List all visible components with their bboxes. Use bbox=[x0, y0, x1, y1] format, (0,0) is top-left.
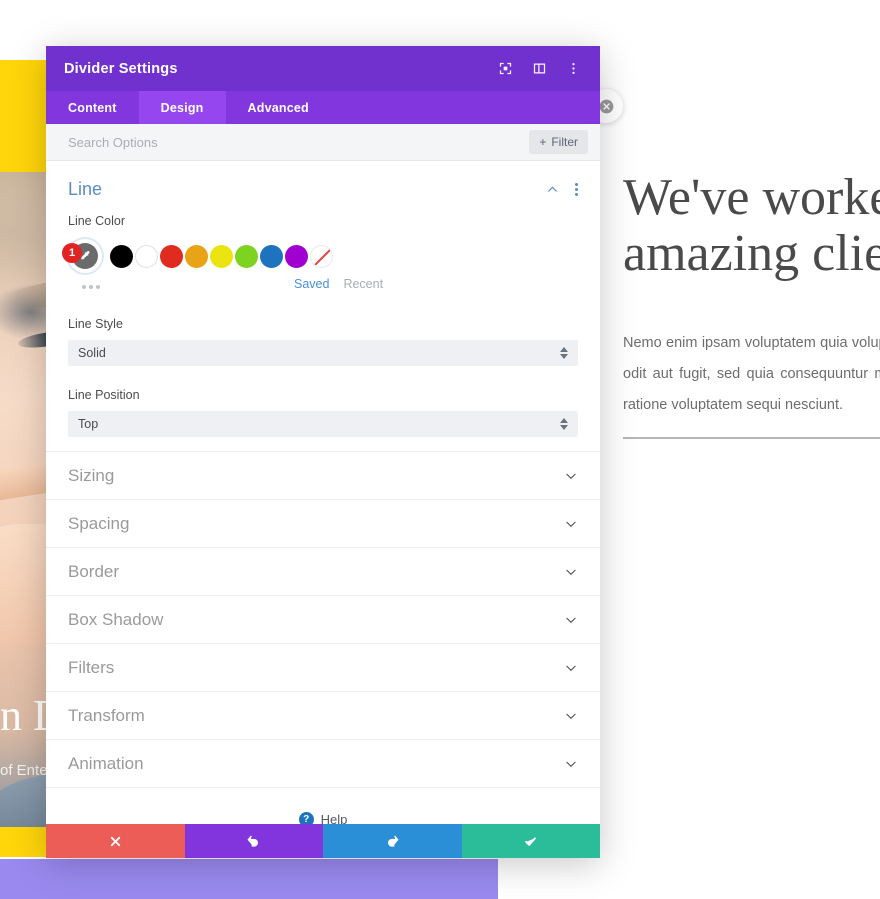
undo-button[interactable] bbox=[184, 824, 323, 858]
more-vertical-icon[interactable] bbox=[565, 60, 582, 77]
layout-split-icon[interactable] bbox=[531, 60, 548, 77]
field-line-position: Line Position Top bbox=[46, 382, 600, 437]
section-filters[interactable]: Filters bbox=[46, 644, 600, 692]
color-count-badge: 1 bbox=[62, 243, 82, 263]
line-style-select[interactable]: Solid bbox=[68, 340, 578, 366]
color-picker-swatch[interactable]: 1 bbox=[62, 239, 102, 273]
modal-header: Divider Settings bbox=[46, 46, 600, 91]
swatch-none[interactable] bbox=[310, 244, 333, 268]
field-line-color: Line Color bbox=[46, 208, 600, 228]
chevron-down-icon bbox=[566, 473, 576, 479]
swatch-orange[interactable] bbox=[185, 244, 208, 268]
help-link[interactable]: ? Help bbox=[46, 788, 600, 824]
section-box-shadow[interactable]: Box Shadow bbox=[46, 596, 600, 644]
section-line: Line Line Color 1 Saved Recent Line Styl… bbox=[46, 161, 600, 452]
section-animation-label: Animation bbox=[68, 753, 144, 773]
line-position-select[interactable]: Top bbox=[68, 411, 578, 437]
search-row: + Filter bbox=[46, 124, 600, 161]
plus-icon: + bbox=[539, 135, 547, 149]
redo-icon bbox=[387, 835, 399, 847]
modal-header-actions bbox=[497, 60, 582, 77]
swatch-yellow[interactable] bbox=[210, 244, 233, 268]
chevron-down-icon bbox=[566, 665, 576, 671]
swatch-blue[interactable] bbox=[260, 244, 283, 268]
section-border-label: Border bbox=[68, 561, 120, 581]
section-spacing-label: Spacing bbox=[68, 513, 130, 533]
section-box-shadow-label: Box Shadow bbox=[68, 609, 164, 629]
line-color-label: Line Color bbox=[68, 214, 125, 228]
chevron-down-icon bbox=[566, 713, 576, 719]
section-transform-label: Transform bbox=[68, 705, 145, 725]
section-line-header[interactable]: Line bbox=[46, 161, 600, 208]
swatch-green[interactable] bbox=[235, 244, 258, 268]
canvas-heading-line-2: amazing clients bbox=[623, 225, 880, 282]
more-horizontal-icon[interactable] bbox=[82, 285, 100, 289]
canvas-purple-band bbox=[0, 859, 498, 899]
swatch-black[interactable] bbox=[110, 244, 133, 268]
filter-button-label: Filter bbox=[551, 135, 578, 149]
line-position-select-wrap: Top bbox=[68, 411, 578, 437]
swatch-red[interactable] bbox=[160, 244, 183, 268]
section-sizing[interactable]: Sizing bbox=[46, 452, 600, 500]
tab-content[interactable]: Content bbox=[46, 91, 139, 124]
line-style-select-wrap: Solid bbox=[68, 340, 578, 366]
filter-button[interactable]: + Filter bbox=[529, 130, 588, 154]
section-spacing[interactable]: Spacing bbox=[46, 500, 600, 548]
canvas-divider-preview bbox=[623, 437, 880, 439]
palette-tab-recent[interactable]: Recent bbox=[343, 277, 383, 291]
screen: n D of Enter We've worked with amazing c… bbox=[0, 0, 880, 899]
chevron-down-icon bbox=[566, 569, 576, 575]
section-border[interactable]: Border bbox=[46, 548, 600, 596]
chevron-up-icon[interactable] bbox=[546, 183, 559, 196]
search-input[interactable] bbox=[68, 134, 530, 150]
save-button[interactable] bbox=[461, 824, 600, 858]
canvas-heading-line-1: We've worked with bbox=[623, 169, 880, 226]
section-filters-label: Filters bbox=[68, 657, 115, 677]
help-label: Help bbox=[320, 811, 348, 825]
redo-button[interactable] bbox=[323, 824, 462, 858]
palette-tabs: Saved Recent bbox=[294, 277, 383, 291]
modal-body: Line Line Color 1 Saved Recent Line Styl… bbox=[46, 161, 600, 824]
chevron-down-icon bbox=[566, 617, 576, 623]
swatch-purple[interactable] bbox=[285, 244, 308, 268]
modal-tabs: Content Design Advanced bbox=[46, 91, 600, 124]
canvas-heading: We've worked with amazing clients bbox=[623, 170, 880, 282]
line-color-swatch-row: 1 bbox=[46, 237, 600, 273]
cancel-button[interactable] bbox=[46, 824, 185, 858]
divider-settings-modal: Divider Settings Content Design Advanced… bbox=[46, 46, 600, 858]
x-icon bbox=[110, 836, 120, 846]
fullscreen-icon[interactable] bbox=[497, 60, 514, 77]
swatch-meta-row: Saved Recent bbox=[46, 273, 600, 295]
field-line-style: Line Style Solid bbox=[46, 311, 600, 366]
palette-tab-saved[interactable]: Saved bbox=[294, 277, 329, 291]
line-position-label: Line Position bbox=[68, 388, 140, 402]
close-circle-icon bbox=[599, 99, 613, 113]
section-line-title: Line bbox=[68, 179, 103, 199]
section-animation[interactable]: Animation bbox=[46, 740, 600, 788]
modal-footer bbox=[46, 824, 600, 858]
section-line-more-icon[interactable] bbox=[575, 183, 578, 196]
section-sizing-label: Sizing bbox=[68, 465, 115, 485]
chevron-down-icon bbox=[566, 761, 576, 767]
line-style-label: Line Style bbox=[68, 317, 123, 331]
swatch-white[interactable] bbox=[135, 244, 158, 268]
undo-icon bbox=[247, 835, 259, 847]
tab-design[interactable]: Design bbox=[138, 91, 226, 124]
canvas-paragraph: Nemo enim ipsam voluptatem quia voluptas… bbox=[623, 335, 880, 413]
section-transform[interactable]: Transform bbox=[46, 692, 600, 740]
chevron-down-icon bbox=[566, 521, 576, 527]
more-vertical-icon bbox=[575, 183, 578, 196]
modal-title: Divider Settings bbox=[64, 60, 178, 77]
check-icon bbox=[525, 836, 537, 846]
tab-advanced[interactable]: Advanced bbox=[226, 91, 331, 124]
help-icon: ? bbox=[298, 811, 314, 824]
